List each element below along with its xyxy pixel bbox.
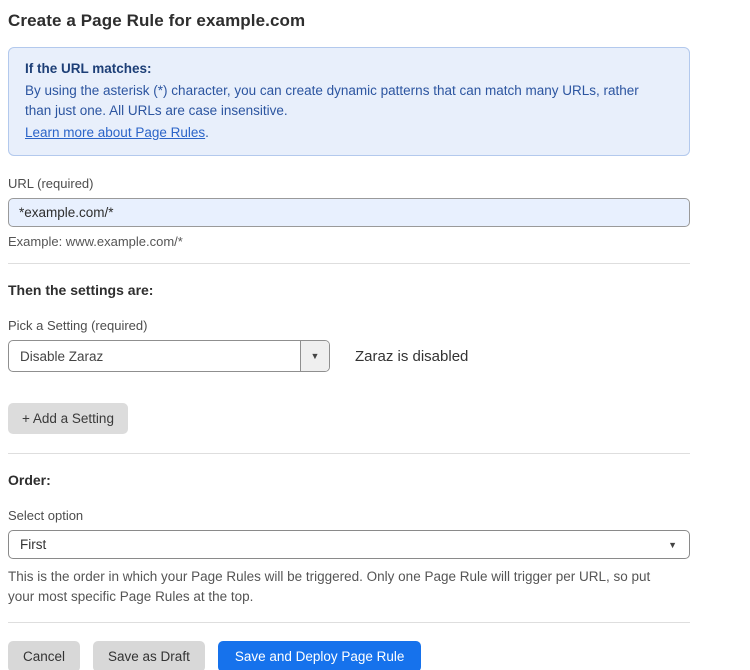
url-match-info-box: If the URL matches: By using the asteris… bbox=[8, 47, 690, 156]
chevron-down-icon: ▼ bbox=[668, 540, 677, 550]
setting-dropdown-arrow-button[interactable]: ▼ bbox=[300, 341, 329, 371]
save-deploy-button[interactable]: Save and Deploy Page Rule bbox=[218, 641, 422, 670]
chevron-down-icon: ▼ bbox=[311, 351, 320, 361]
save-draft-button[interactable]: Save as Draft bbox=[93, 641, 205, 670]
order-select-label: Select option bbox=[8, 508, 690, 523]
divider bbox=[8, 453, 690, 454]
order-heading: Order: bbox=[8, 472, 690, 488]
order-helper-text: This is the order in which your Page Rul… bbox=[8, 567, 678, 607]
setting-dropdown[interactable]: Disable Zaraz ▼ bbox=[8, 340, 330, 372]
info-box-body: By using the asterisk (*) character, you… bbox=[25, 81, 665, 121]
order-select-value: First bbox=[20, 537, 46, 552]
divider bbox=[8, 263, 690, 264]
page-title: Create a Page Rule for example.com bbox=[8, 11, 690, 31]
url-example-helper: Example: www.example.com/* bbox=[8, 234, 690, 249]
settings-heading: Then the settings are: bbox=[8, 282, 690, 298]
url-input[interactable] bbox=[8, 198, 690, 227]
setting-picker-label: Pick a Setting (required) bbox=[8, 318, 690, 333]
setting-dropdown-value: Disable Zaraz bbox=[9, 341, 300, 371]
divider bbox=[8, 622, 690, 623]
action-bar: Cancel Save as Draft Save and Deploy Pag… bbox=[8, 641, 690, 670]
setting-status-text: Zaraz is disabled bbox=[355, 348, 468, 365]
url-label: URL (required) bbox=[8, 176, 690, 191]
cancel-button[interactable]: Cancel bbox=[8, 641, 80, 670]
page-rule-form: Create a Page Rule for example.com If th… bbox=[0, 0, 750, 670]
info-box-heading: If the URL matches: bbox=[25, 59, 673, 79]
add-setting-button[interactable]: + Add a Setting bbox=[8, 403, 128, 434]
link-period: . bbox=[205, 125, 209, 140]
learn-more-link[interactable]: Learn more about Page Rules bbox=[25, 125, 205, 140]
order-select[interactable]: First ▼ bbox=[8, 530, 690, 559]
